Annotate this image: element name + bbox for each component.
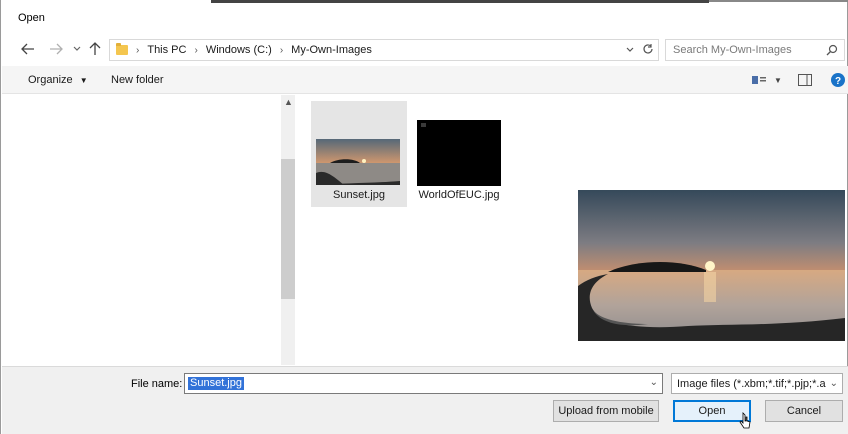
scrollbar-thumb[interactable]: [281, 159, 295, 299]
svg-text:?: ?: [835, 76, 841, 87]
back-arrow-icon[interactable]: [19, 38, 37, 60]
view-options-button[interactable]: ▼: [752, 72, 782, 88]
chevron-right-icon[interactable]: ›: [136, 45, 139, 56]
search-placeholder: Search My-Own-Images: [673, 44, 792, 56]
navigation-pane[interactable]: [2, 95, 281, 365]
sunset-thumbnail: [316, 139, 400, 185]
file-type-value: Image files (*.xbm;*.tif;*.pjp;*.a: [677, 378, 826, 390]
cancel-button[interactable]: Cancel: [765, 400, 843, 422]
chevron-down-icon[interactable]: ⌄: [827, 378, 838, 389]
preview-pane-icon: [798, 74, 812, 86]
window-edge: [211, 0, 709, 3]
file-name-label: File name:: [131, 378, 183, 390]
help-icon: ?: [831, 73, 845, 87]
window-edge: [709, 0, 848, 2]
command-bar: Organize ▼ New folder ▼ ?: [2, 66, 848, 94]
file-item-worldofeuc[interactable]: WorldOfEUC.jpg: [411, 101, 507, 207]
worldofeuc-thumbnail: [417, 120, 501, 186]
navigation-scrollbar[interactable]: ▲: [281, 95, 295, 365]
mouse-cursor-icon: [739, 412, 751, 429]
file-name-value[interactable]: Sunset.jpg: [188, 377, 244, 390]
scroll-up-icon[interactable]: ▲: [284, 97, 293, 107]
new-folder-button[interactable]: New folder: [111, 74, 164, 86]
help-button[interactable]: ?: [831, 72, 845, 88]
chevron-right-icon[interactable]: ›: [194, 45, 197, 56]
file-name-field[interactable]: Sunset.jpg ⌄: [184, 373, 663, 394]
view-icon: [752, 76, 766, 84]
organize-label: Organize: [28, 74, 73, 86]
file-name: WorldOfEUC.jpg: [418, 189, 500, 201]
dropdown-arrow-icon: ▼: [774, 75, 782, 85]
dialog-title: Open: [18, 12, 45, 24]
breadcrumb-my-own-images[interactable]: My-Own-Images: [291, 44, 372, 56]
upload-from-mobile-button[interactable]: Upload from mobile: [553, 400, 659, 422]
search-input[interactable]: Search My-Own-Images: [665, 39, 845, 61]
address-dropdown-icon[interactable]: [626, 44, 634, 56]
organize-button[interactable]: Organize ▼: [28, 74, 88, 86]
refresh-icon[interactable]: [642, 43, 654, 58]
search-icon[interactable]: [826, 44, 838, 56]
dropdown-arrow-icon: ▼: [79, 76, 88, 85]
file-name-dropdown-icon[interactable]: ⌄: [650, 377, 658, 388]
breadcrumb-this-pc[interactable]: This PC: [147, 44, 186, 56]
forward-arrow-icon[interactable]: [47, 38, 65, 60]
recent-locations-icon[interactable]: [71, 38, 83, 60]
image-preview: [578, 190, 845, 341]
up-arrow-icon[interactable]: [87, 38, 103, 60]
address-bar[interactable]: › This PC › Windows (C:) › My-Own-Images: [109, 39, 659, 61]
file-name: Sunset.jpg: [333, 189, 385, 201]
folder-icon: [116, 43, 128, 55]
breadcrumb-windows-c[interactable]: Windows (C:): [206, 44, 272, 56]
chevron-right-icon[interactable]: ›: [280, 45, 283, 56]
file-item-sunset[interactable]: Sunset.jpg: [311, 101, 407, 207]
open-file-dialog: Open › This PC › Windows (C:) › My-Own-I…: [0, 0, 848, 434]
preview-pane-button[interactable]: [798, 72, 812, 88]
file-type-select[interactable]: Image files (*.xbm;*.tif;*.pjp;*.a ⌄: [671, 373, 843, 394]
